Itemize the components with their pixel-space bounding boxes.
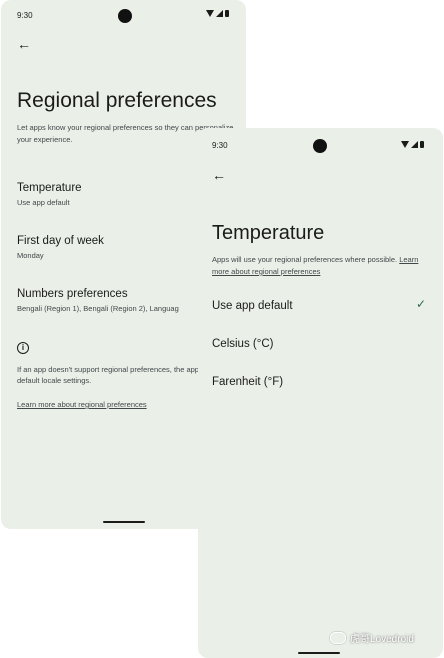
camera-cutout xyxy=(313,139,327,153)
option-label: Use app default xyxy=(212,300,293,312)
system-icons xyxy=(206,10,229,17)
wechat-icon xyxy=(330,631,346,644)
gesture-nav-bar[interactable] xyxy=(103,521,145,523)
option-celsius[interactable]: Celsius (°C) xyxy=(212,338,432,350)
wifi-icon xyxy=(401,141,409,148)
temperature-screen: 9:30 ← Temperature Apps will use your re… xyxy=(198,128,443,658)
description-text: Apps will use your regional preferences … xyxy=(212,255,398,264)
status-bar: 9:30 xyxy=(198,128,443,160)
check-icon: ✓ xyxy=(416,297,427,311)
option-label: Celsius (°C) xyxy=(212,338,274,350)
page-description: Apps will use your regional preferences … xyxy=(212,254,427,278)
signal-icon xyxy=(411,141,418,148)
battery-icon xyxy=(420,141,424,148)
system-icons xyxy=(401,141,424,148)
option-farenheit[interactable]: Farenheit (°F) xyxy=(212,376,432,388)
option-use-app-default[interactable]: Use app default xyxy=(212,300,432,312)
battery-icon xyxy=(225,10,229,17)
status-time: 9:30 xyxy=(212,141,228,150)
info-icon: i xyxy=(17,342,29,354)
camera-cutout xyxy=(118,9,132,23)
option-label: Farenheit (°F) xyxy=(212,376,284,388)
status-time: 9:30 xyxy=(17,11,33,20)
page-title: Temperature xyxy=(212,222,325,244)
back-arrow-icon[interactable]: ← xyxy=(212,168,226,182)
learn-more-link[interactable]: Learn more about regional preferences xyxy=(17,400,147,409)
back-arrow-icon[interactable]: ← xyxy=(17,37,31,51)
gesture-nav-bar[interactable] xyxy=(298,652,340,654)
watermark: 虎哥Lovedroid xyxy=(330,630,414,645)
signal-icon xyxy=(216,10,223,17)
page-title: Regional preferences xyxy=(17,89,217,112)
wifi-icon xyxy=(206,10,214,17)
watermark-text: 虎哥Lovedroid xyxy=(350,634,414,645)
status-bar: 9:30 xyxy=(1,0,246,32)
